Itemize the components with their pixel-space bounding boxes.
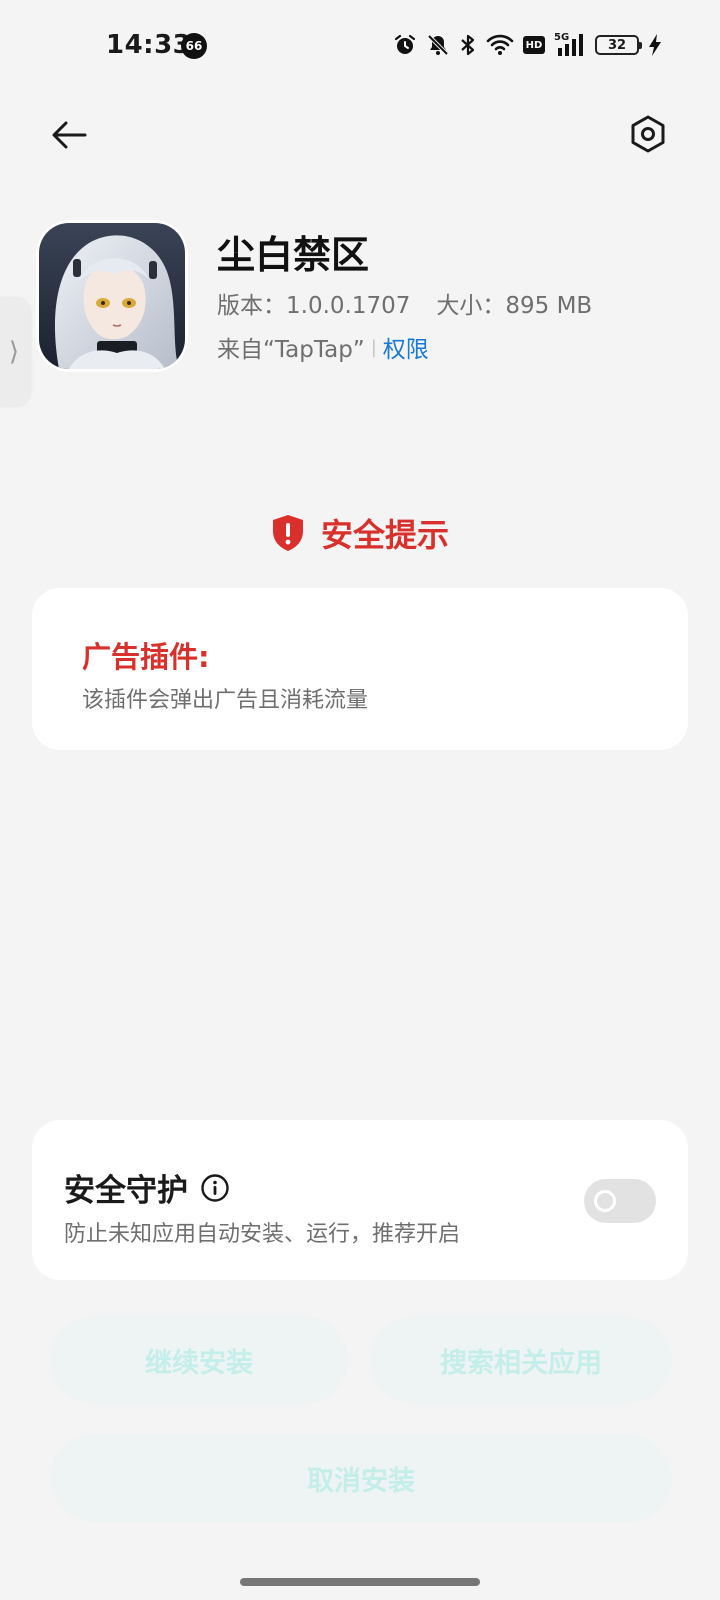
network-type-label: 5G [554,32,570,43]
install-screen: 14:33 66 HD 5G 32 ⟩ 尘白禁区 版本：1.0.0.1707 大… [0,0,720,1600]
back-button[interactable] [44,110,94,160]
charging-icon [648,33,662,57]
cancel-install-button[interactable]: 取消安装 [50,1434,672,1522]
alarm-icon [393,33,417,57]
app-size: 大小：895 MB [436,293,593,319]
security-guard-card: 安全守护 防止未知应用自动安装、运行，推荐开启 [32,1120,688,1280]
status-time: 14:33 [106,30,192,60]
app-version: 版本：1.0.0.1707 [217,293,411,319]
app-name: 尘白禁区 [217,233,370,277]
security-warning-header: 安全提示 [0,510,720,556]
ad-plugin-title: 广告插件: [82,640,210,674]
app-icon [36,220,188,372]
toggle-knob [594,1190,616,1212]
notification-count-badge: 66 [181,33,207,59]
wifi-icon [486,34,514,56]
continue-install-button[interactable]: 继续安装 [50,1316,348,1404]
status-icons: HD 5G 32 [393,31,662,59]
security-warning-title: 安全提示 [320,516,449,554]
gear-icon [631,115,665,153]
separator: | [370,336,377,358]
security-guard-title: 安全守护 [64,1173,188,1209]
arrow-left-icon [52,121,87,149]
info-icon[interactable] [200,1173,230,1203]
mute-icon [426,33,450,57]
app-meta: 版本：1.0.0.1707 大小：895 MB [217,286,592,320]
bluetooth-icon [459,33,477,57]
security-guard-title-row: 安全守护 [64,1165,230,1210]
hd-icon: HD [523,36,545,54]
ad-plugin-card: 广告插件: 该插件会弹出广告且消耗流量 [32,588,688,750]
chevron-right-icon: ⟩ [8,337,20,367]
battery-icon: 32 [595,35,642,55]
ad-plugin-description: 该插件会弹出广告且消耗流量 [82,688,369,713]
security-guard-description: 防止未知应用自动安装、运行，推荐开启 [64,1222,461,1247]
edge-panel-handle[interactable]: ⟩ [0,298,30,406]
security-guard-toggle[interactable] [584,1179,656,1223]
shield-alert-icon [272,515,303,551]
app-icon-artwork [39,223,185,369]
settings-button[interactable] [622,108,674,160]
permissions-link[interactable]: 权限 [383,330,429,364]
app-source: 来自“TapTap” [217,337,365,363]
search-related-apps-button[interactable]: 搜索相关应用 [370,1316,672,1404]
home-indicator[interactable] [240,1578,480,1586]
battery-level: 32 [607,37,627,53]
signal-icon: 5G [554,32,586,58]
app-source-row: 来自“TapTap” | 权限 [217,330,429,364]
status-bar: 14:33 66 HD 5G 32 [0,0,720,90]
